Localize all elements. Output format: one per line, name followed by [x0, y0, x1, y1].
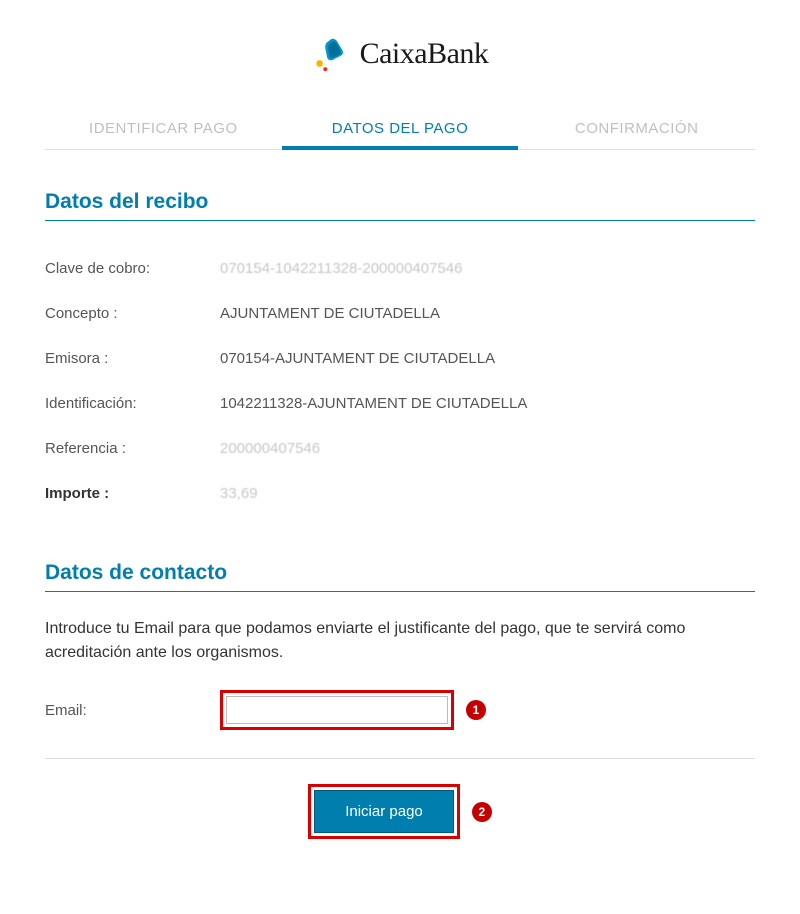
label-clave-cobro: Clave de cobro: — [45, 260, 220, 277]
label-identificacion: Identificación: — [45, 395, 220, 412]
wizard-tabs: IDENTIFICAR PAGO DATOS DEL PAGO CONFIRMA… — [45, 108, 755, 150]
row-emisora: Emisora : 070154-AJUNTAMENT DE CIUTADELL… — [45, 336, 755, 381]
tab-datos-del-pago[interactable]: DATOS DEL PAGO — [282, 108, 519, 149]
label-emisora: Emisora : — [45, 350, 220, 367]
section-title-receipt: Datos del recibo — [45, 190, 755, 221]
value-emisora: 070154-AJUNTAMENT DE CIUTADELLA — [220, 350, 495, 367]
label-concepto: Concepto : — [45, 305, 220, 322]
email-input-highlight — [220, 690, 454, 730]
header-logo: CaixaBank — [45, 20, 755, 108]
logo-text: CaixaBank — [360, 37, 489, 71]
value-concepto: AJUNTAMENT DE CIUTADELLA — [220, 305, 440, 322]
callout-2: 2 — [472, 802, 492, 822]
tab-confirmacion[interactable]: CONFIRMACIÓN — [518, 108, 755, 149]
value-referencia: 200000407546 — [220, 440, 320, 457]
value-clave-cobro: 070154-1042211328-200000407546 — [220, 260, 462, 277]
row-concepto: Concepto : AJUNTAMENT DE CIUTADELLA — [45, 291, 755, 336]
tab-identificar-pago[interactable]: IDENTIFICAR PAGO — [45, 108, 282, 149]
email-row: Email: 1 — [45, 690, 755, 759]
label-referencia: Referencia : — [45, 440, 220, 457]
value-identificacion: 1042211328-AJUNTAMENT DE CIUTADELLA — [220, 395, 527, 412]
row-referencia: Referencia : 200000407546 — [45, 426, 755, 471]
contact-data-section: Datos de contacto Introduce tu Email par… — [45, 561, 755, 839]
receipt-data-section: Datos del recibo Clave de cobro: 070154-… — [45, 190, 755, 516]
row-importe: Importe : 33,69 — [45, 471, 755, 516]
contact-intro-text: Introduce tu Email para que podamos envi… — [45, 617, 755, 665]
email-input[interactable] — [226, 696, 448, 724]
submit-button-highlight: Iniciar pago — [308, 784, 460, 839]
submit-row: Iniciar pago 2 — [45, 759, 755, 839]
section-title-contact: Datos de contacto — [45, 561, 755, 592]
row-clave-cobro: Clave de cobro: 070154-1042211328-200000… — [45, 246, 755, 291]
row-identificacion: Identificación: 1042211328-AJUNTAMENT DE… — [45, 381, 755, 426]
caixabank-star-icon — [312, 35, 350, 73]
label-importe: Importe : — [45, 485, 220, 502]
iniciar-pago-button[interactable]: Iniciar pago — [314, 790, 454, 833]
value-importe: 33,69 — [220, 485, 258, 502]
callout-1: 1 — [466, 700, 486, 720]
email-label: Email: — [45, 702, 220, 719]
